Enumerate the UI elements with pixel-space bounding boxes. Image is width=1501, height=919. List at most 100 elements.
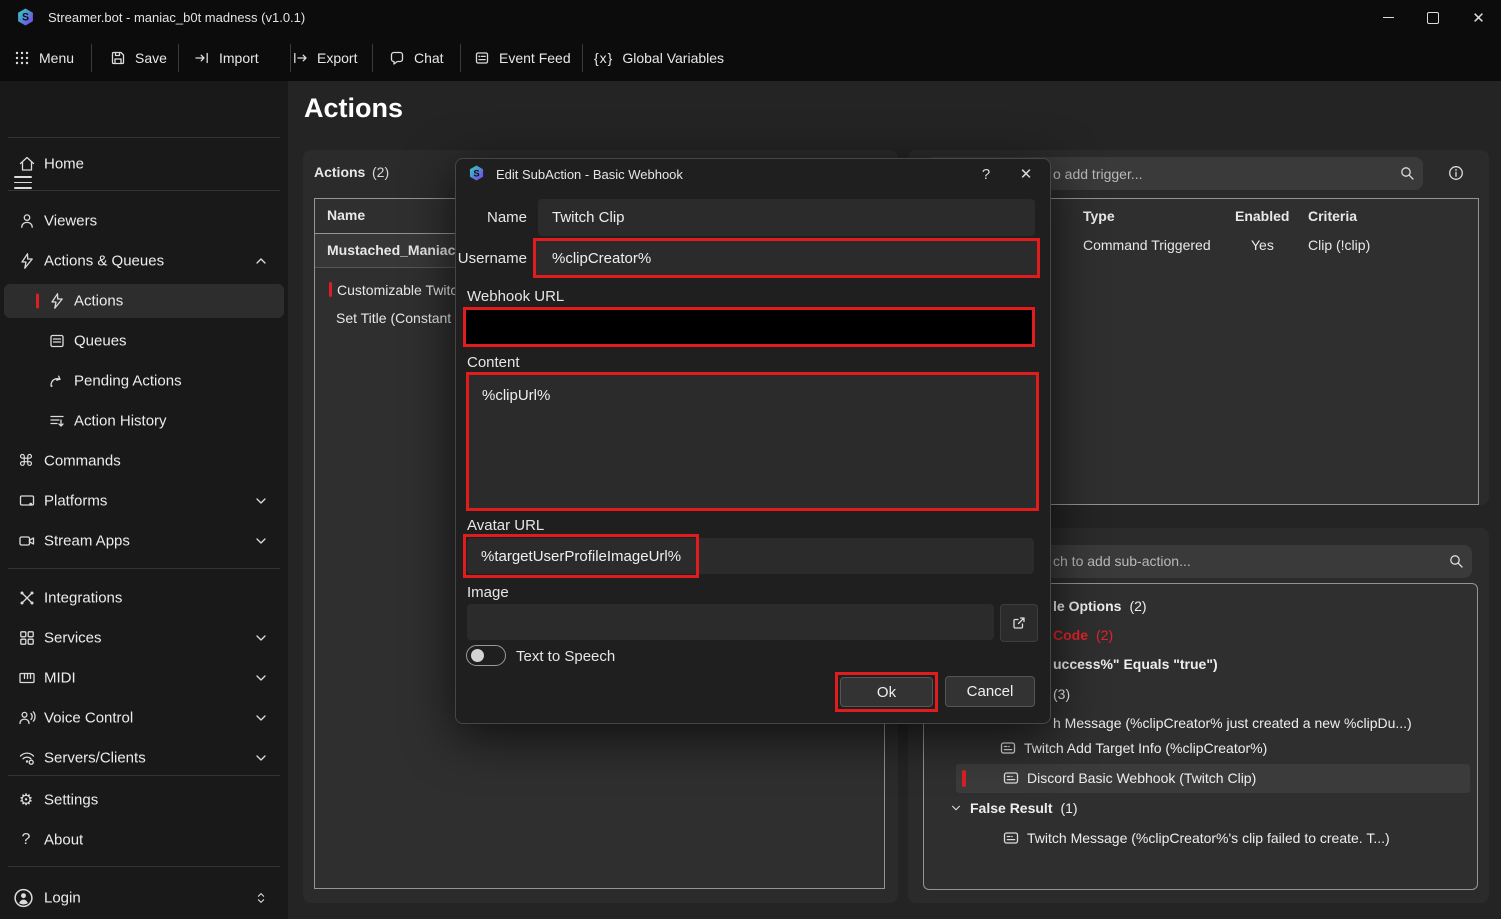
tree-row[interactable]: uccess%" Equals "true") <box>1053 652 1218 676</box>
toolbar-separator <box>460 44 461 72</box>
sidebar-item-services[interactable]: Services <box>0 619 288 657</box>
svg-text:S: S <box>473 168 479 178</box>
avatar-url-label: Avatar URL <box>467 517 544 534</box>
username-input[interactable]: %clipCreator% <box>538 242 1034 274</box>
add-subaction-placeholder: ch to add sub-action... <box>1053 553 1191 569</box>
queues-icon <box>48 332 66 350</box>
sidebar-item-settings[interactable]: ⚙ Settings <box>0 781 288 819</box>
open-external-button[interactable] <box>1000 604 1038 642</box>
trigger-row-type[interactable]: Command Triggered <box>1083 237 1211 253</box>
divider <box>8 866 280 867</box>
save-icon <box>110 50 126 66</box>
tree-row[interactable]: (3) <box>1053 682 1070 706</box>
sidebar-item-midi[interactable]: MIDI <box>0 659 288 697</box>
search-icon <box>1448 553 1465 570</box>
tree-row-twitch-message[interactable]: Twitch Message (%clipCreator%'s clip fai… <box>1003 826 1390 850</box>
sidebar-item-label: Services <box>44 630 102 647</box>
sidebar-item-integrations[interactable]: Integrations <box>0 579 288 617</box>
tree-row-false-result[interactable]: False Result (1) <box>950 796 1078 820</box>
sidebar-item-servers-clients[interactable]: Servers/Clients <box>0 739 288 777</box>
tree-row-label: le Options <box>1053 598 1121 614</box>
chat-icon <box>389 50 405 66</box>
image-label: Image <box>467 584 509 601</box>
export-button[interactable]: Export <box>292 35 357 81</box>
actions-panel-title: Actions <box>314 164 365 180</box>
image-input[interactable] <box>467 604 994 640</box>
maximize-icon[interactable] <box>1410 0 1455 35</box>
ok-button[interactable]: Ok <box>840 677 933 707</box>
question-icon: ? <box>15 831 37 849</box>
sidebar-item-actions-queues[interactable]: Actions & Queues <box>0 242 288 280</box>
subaction-icon <box>1000 740 1016 756</box>
content-value: %clipUrl% <box>482 387 550 404</box>
webhook-url-label: Webhook URL <box>467 288 564 305</box>
app-window: S Streamer.bot - maniac_b0t madness (v1.… <box>0 0 1501 919</box>
sidebar-item-commands[interactable]: ⌘ Commands <box>0 442 288 480</box>
sidebar-item-label: About <box>44 832 83 849</box>
sidebar-item-voice-control[interactable]: Voice Control <box>0 699 288 737</box>
command-icon: ⌘ <box>15 451 37 471</box>
selected-accent-bar <box>36 294 39 309</box>
webhook-url-input-redacted[interactable] <box>463 307 1035 347</box>
sidebar-item-platforms[interactable]: Platforms <box>0 482 288 520</box>
save-button[interactable]: Save <box>110 35 167 81</box>
info-icon[interactable] <box>1448 165 1464 181</box>
content-textarea[interactable] <box>466 372 1039 511</box>
sidebar-item-home[interactable]: Home <box>0 145 288 183</box>
tree-row-discord-basic-webhook[interactable]: Discord Basic Webhook (Twitch Clip) <box>1003 766 1256 790</box>
voice-icon <box>18 709 36 727</box>
video-camera-icon <box>18 532 36 550</box>
sidebar-item-pending-actions[interactable]: Pending Actions <box>0 362 288 400</box>
menu-label: Menu <box>39 50 74 66</box>
close-icon[interactable]: ✕ <box>1010 160 1042 188</box>
help-icon[interactable]: ? <box>971 160 1001 188</box>
close-icon[interactable]: ✕ <box>1456 0 1501 35</box>
action-group-label: Mustached_Maniac <box>327 242 455 258</box>
subaction-icon <box>1003 830 1019 846</box>
tree-row[interactable]: le Options (2) <box>1053 594 1147 618</box>
trigger-row-criteria[interactable]: Clip (!clip) <box>1308 237 1370 253</box>
tree-row[interactable]: h Message (%clipCreator% just created a … <box>1053 711 1412 735</box>
sidebar-item-queues[interactable]: Queues <box>0 322 288 360</box>
chat-button[interactable]: Chat <box>389 35 444 81</box>
criteria-column-header[interactable]: Criteria <box>1308 208 1357 224</box>
enabled-column-header[interactable]: Enabled <box>1235 208 1289 224</box>
sidebar-item-label: Home <box>44 156 84 173</box>
username-label: Username <box>440 250 527 267</box>
name-column-header[interactable]: Name <box>327 207 365 223</box>
sidebar-item-label: MIDI <box>44 670 76 687</box>
action-row[interactable]: Customizable Twitc <box>337 282 457 298</box>
event-feed-button[interactable]: Event Feed <box>474 35 571 81</box>
chat-label: Chat <box>414 50 444 66</box>
tree-row-twitch-add-target-info[interactable]: Twitch Add Target Info (%clipCreator%) <box>1000 736 1267 760</box>
home-icon <box>18 155 36 173</box>
menu-button[interactable]: Menu <box>14 35 74 81</box>
sidebar-item-label: Voice Control <box>44 710 133 727</box>
sidebar-item-viewers[interactable]: Viewers <box>0 202 288 240</box>
import-button[interactable]: Import <box>194 35 259 81</box>
sidebar-item-stream-apps[interactable]: Stream Apps <box>0 522 288 560</box>
toolbar-separator <box>290 44 291 72</box>
toolbar-separator <box>372 44 373 72</box>
tree-row[interactable]: Code (2) <box>1053 623 1113 647</box>
integrations-icon <box>18 589 36 607</box>
sidebar-item-about[interactable]: ? About <box>0 821 288 859</box>
global-variables-button[interactable]: {x} Global Variables <box>594 35 724 81</box>
services-grid-icon <box>18 629 36 647</box>
sidebar-item-action-history[interactable]: Action History <box>0 402 288 440</box>
sidebar-item-login[interactable]: Login <box>0 878 288 918</box>
toolbar-separator <box>582 44 583 72</box>
event-feed-label: Event Feed <box>499 50 571 66</box>
cancel-button[interactable]: Cancel <box>945 676 1035 707</box>
trigger-row-enabled[interactable]: Yes <box>1251 237 1274 253</box>
sidebar-item-actions[interactable]: Actions <box>4 284 284 318</box>
chevron-down-icon <box>254 751 268 765</box>
platforms-icon <box>18 492 36 510</box>
sidebar-item-label: Pending Actions <box>74 373 182 390</box>
action-row[interactable]: Set Title (Constant <box>336 310 451 326</box>
type-column-header[interactable]: Type <box>1083 208 1115 224</box>
tree-row-label: Twitch Add Target Info (%clipCreator%) <box>1024 740 1267 756</box>
minimize-icon[interactable] <box>1366 0 1411 35</box>
name-input[interactable]: Twitch Clip <box>538 199 1035 236</box>
avatar-url-highlight-box <box>463 534 699 578</box>
